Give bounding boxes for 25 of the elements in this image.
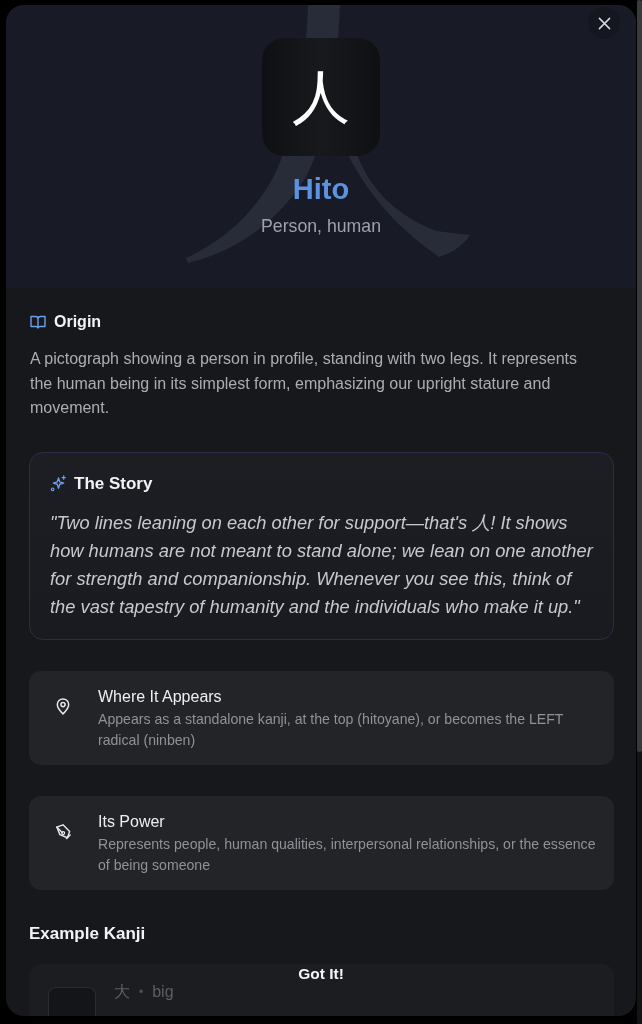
kanji-character: 人 [292,68,350,126]
location-pin-icon [55,697,71,715]
section-heading: Example Kanji [29,922,147,945]
got-it-button[interactable]: Got It! [288,961,354,987]
story-heading: The Story [74,472,153,495]
story-quote: "Two lines leaning on each other for support—that's 人! It shows how humans are not meant to stand alone; we lean on one another for strength and companionship. Whenever you see this, think of the vast tapestry of humanity and the individuals who make it up." [50,510,595,619]
kanji-meaning: Person, human [261,215,381,237]
book-icon [30,315,46,329]
section-heading: Origin [54,312,102,332]
close-button[interactable] [588,7,620,39]
kanji-reading: Hito [292,173,350,205]
example-kanji: 大 [114,981,130,1002]
close-icon [597,16,611,30]
pen-nib-icon [55,822,71,840]
info-title: Its Power [98,811,166,832]
separator-dot: • [139,983,144,1001]
info-description: Appears as a standalone kanji, at the top (hitoyane), or becomes the LEFT radical (ninben) [98,709,565,750]
kanji-tile [48,986,96,1016]
sparkle-icon [50,475,67,492]
info-description: Represents people, human qualities, interpersonal relationships, or the essence of being someone [98,834,597,875]
scrollbar-thumb[interactable] [637,0,642,752]
scrollbar-track[interactable] [637,0,642,1024]
example-meaning: big [152,981,174,1002]
info-title: Where It Appears [98,686,223,707]
origin-description: A pictograph showing a person in profile, standing with two legs. It represents the human being in its simplest form, emphasizing our upright stature and movement. [30,349,578,418]
